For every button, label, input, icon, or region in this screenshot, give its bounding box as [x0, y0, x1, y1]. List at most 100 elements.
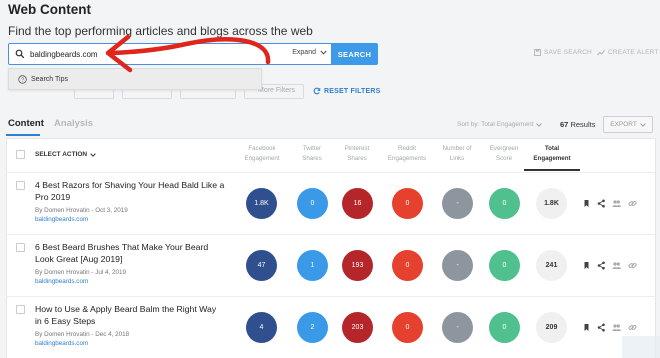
article-domain[interactable]: baldingbeards.com	[35, 340, 88, 347]
row-checkbox[interactable]	[16, 181, 25, 190]
search-box[interactable]: Expand	[8, 43, 333, 65]
article-title[interactable]: 6 Best Beard Brushes That Make Your Bear…	[35, 241, 225, 265]
column-label: Shares	[302, 154, 322, 162]
chevron-down-icon	[320, 50, 327, 55]
save-search-button[interactable]: SAVE SEARCH	[534, 49, 592, 56]
share-icon[interactable]	[597, 261, 606, 270]
column-label: Engagement	[533, 154, 571, 162]
corner-watermark	[622, 336, 660, 358]
tab-analysis[interactable]: Analysis	[54, 118, 93, 129]
bookmark-icon[interactable]	[582, 261, 591, 270]
column-label: Engagements	[387, 154, 427, 162]
column-label: Reddit	[398, 145, 416, 152]
search-tips-dropdown[interactable]: ? Search Tips	[8, 68, 262, 90]
article-domain[interactable]: baldingbeards.com	[35, 278, 88, 285]
reddit-engagements: 0	[392, 250, 423, 281]
article-title[interactable]: How to Use & Apply Beard Balm the Right …	[35, 303, 225, 327]
column-header-facebook[interactable]: Facebook Engagement	[234, 144, 290, 163]
column-header-pinterest[interactable]: Pinterest Shares	[329, 144, 385, 163]
number-of-links: -	[442, 188, 473, 219]
sort-by-label: Sort by: Total Engagement	[457, 121, 534, 128]
help-icon: ?	[18, 74, 27, 84]
link-icon[interactable]	[628, 261, 637, 270]
article-byline: By Domen Hrovatin - Jul 4, 2019	[35, 269, 126, 276]
evergreen-score: 0	[489, 188, 520, 219]
link-icon[interactable]	[628, 199, 637, 208]
share-icon[interactable]	[597, 199, 606, 208]
link-icon[interactable]	[628, 323, 637, 332]
save-search-label: SAVE SEARCH	[544, 49, 592, 56]
column-label: Evergreen	[489, 145, 519, 152]
expand-toggle[interactable]: Expand	[292, 49, 327, 56]
results-count: 67 Results	[560, 120, 595, 129]
influencers-icon[interactable]	[612, 261, 621, 270]
bookmark-icon[interactable]	[582, 323, 591, 332]
tab-content[interactable]: Content	[8, 118, 44, 129]
pinterest-shares: 193	[342, 250, 373, 281]
create-alert-button[interactable]: CREATE ALERT	[597, 49, 659, 56]
total-engagement: 241	[536, 250, 567, 281]
reddit-engagements: 0	[392, 188, 423, 219]
select-action-label: SELECT ACTION	[35, 151, 88, 158]
export-button[interactable]: EXPORT	[603, 116, 653, 133]
reddit-engagements: 0	[392, 312, 423, 343]
export-label: EXPORT	[610, 121, 637, 128]
chevron-down-icon	[536, 122, 543, 127]
twitter-shares: 2	[297, 312, 328, 343]
column-label: Twitter	[302, 145, 322, 152]
twitter-shares: 1	[297, 250, 328, 281]
search-icon	[15, 49, 25, 59]
article-byline: By Domen Hrovatin - Dec 4, 2018	[35, 331, 130, 338]
save-icon	[534, 49, 541, 56]
twitter-shares: 0	[297, 188, 328, 219]
sort-by-dropdown[interactable]: Sort by: Total Engagement	[457, 121, 543, 128]
facebook-engagement: 4	[246, 312, 277, 343]
article-byline: By Domen Hrovatin - Oct 3, 2019	[35, 207, 128, 214]
column-label: Engagement	[244, 154, 280, 162]
column-label: Pinterest	[344, 145, 370, 152]
evergreen-score: 0	[489, 250, 520, 281]
active-tab-indicator	[6, 134, 40, 136]
column-label: Score	[495, 154, 513, 162]
column-header-total[interactable]: Total Engagement	[524, 144, 580, 163]
total-engagement: 209	[536, 312, 567, 343]
article-title[interactable]: 4 Best Razors for Shaving Your Head Bald…	[35, 179, 225, 203]
facebook-engagement: 1.8K	[246, 188, 277, 219]
reset-filters-button[interactable]: RESET FILTERS	[313, 87, 381, 95]
total-engagement: 1.8K	[536, 188, 567, 219]
expand-label: Expand	[292, 49, 316, 56]
share-icon[interactable]	[597, 323, 606, 332]
row-checkbox[interactable]	[16, 243, 25, 252]
refresh-icon	[313, 87, 321, 95]
reset-filters-label: RESET FILTERS	[324, 87, 381, 95]
column-label: Facebook	[248, 145, 276, 152]
article-domain[interactable]: baldingbeards.com	[35, 216, 88, 223]
bookmark-icon[interactable]	[582, 199, 591, 208]
select-action-dropdown[interactable]: SELECT ACTION	[35, 151, 96, 158]
column-label: Shares	[347, 154, 367, 162]
select-all-checkbox[interactable]	[16, 150, 25, 159]
results-label: Results	[570, 120, 596, 129]
influencers-icon[interactable]	[612, 323, 621, 332]
sort-column-indicator	[524, 169, 580, 171]
chevron-down-icon	[90, 152, 96, 157]
number-of-links: -	[442, 250, 473, 281]
results-number: 67	[560, 120, 569, 129]
chevron-down-icon	[640, 122, 646, 127]
column-label: Total	[544, 145, 560, 152]
search-button[interactable]: SEARCH	[331, 43, 378, 65]
column-header-reddit[interactable]: Reddit Engagements	[379, 144, 435, 163]
influencers-icon[interactable]	[612, 199, 621, 208]
create-alert-label: CREATE ALERT	[608, 49, 659, 56]
facebook-engagement: 47	[246, 250, 277, 281]
search-input[interactable]	[30, 47, 260, 62]
column-label: Links	[449, 154, 465, 162]
page-subtitle: Find the top performing articles and blo…	[8, 24, 313, 38]
more-filters-button[interactable]: More Filters	[258, 87, 295, 94]
svg-text:?: ?	[21, 77, 24, 83]
page-title: Web Content	[8, 2, 91, 17]
evergreen-score: 0	[489, 312, 520, 343]
pinterest-shares: 16	[342, 188, 373, 219]
row-checkbox[interactable]	[16, 305, 25, 314]
trend-icon	[597, 50, 605, 56]
